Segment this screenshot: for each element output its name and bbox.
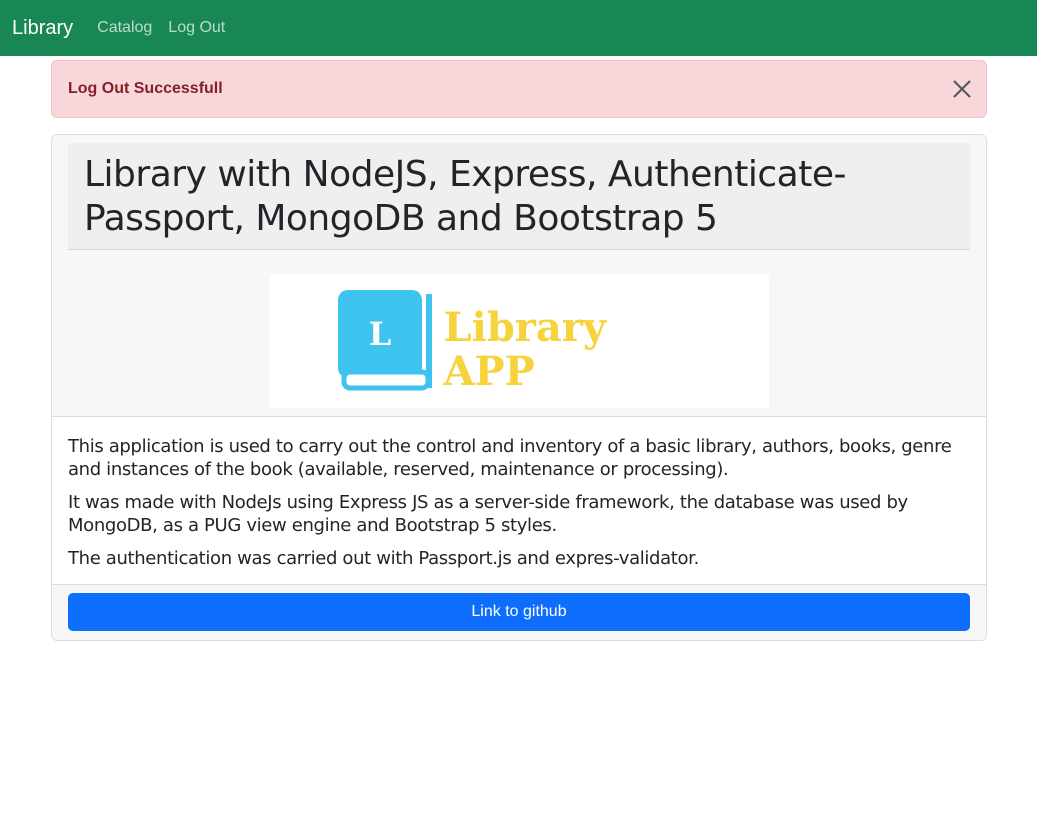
github-link-button[interactable]: Link to github <box>68 593 970 631</box>
description-paragraph-1: This application is used to carry out th… <box>68 436 952 480</box>
logout-alert: Log Out Successfull <box>51 60 987 118</box>
card-footer: Link to github <box>52 585 986 640</box>
nav-link-logout[interactable]: Log Out <box>168 19 225 37</box>
page-title: Library with NodeJS, Express, Authentica… <box>84 154 846 239</box>
title-banner: Library with NodeJS, Express, Authentica… <box>68 143 970 250</box>
card-header: Library with NodeJS, Express, Authentica… <box>52 135 986 417</box>
navbar: Library Catalog Log Out <box>0 0 1037 56</box>
logo-letter: L <box>368 315 391 353</box>
description-paragraph-2: It was made with NodeJs using Express JS… <box>68 492 908 536</box>
close-icon[interactable] <box>952 79 972 99</box>
alert-message: Log Out Successfull <box>68 80 223 97</box>
info-card: Library with NodeJS, Express, Authentica… <box>51 134 987 641</box>
book-icon: L <box>337 290 432 391</box>
nav-link-catalog[interactable]: Catalog <box>97 19 152 37</box>
logo-text-line2: APP <box>443 348 535 395</box>
navbar-brand[interactable]: Library <box>12 17 73 40</box>
logo-text-line1: Library <box>443 304 607 351</box>
library-app-logo: L Library APP <box>269 274 769 408</box>
card-body: This application is used to carry out th… <box>52 417 986 585</box>
description-paragraph-3: The authentication was carried out with … <box>68 548 699 569</box>
